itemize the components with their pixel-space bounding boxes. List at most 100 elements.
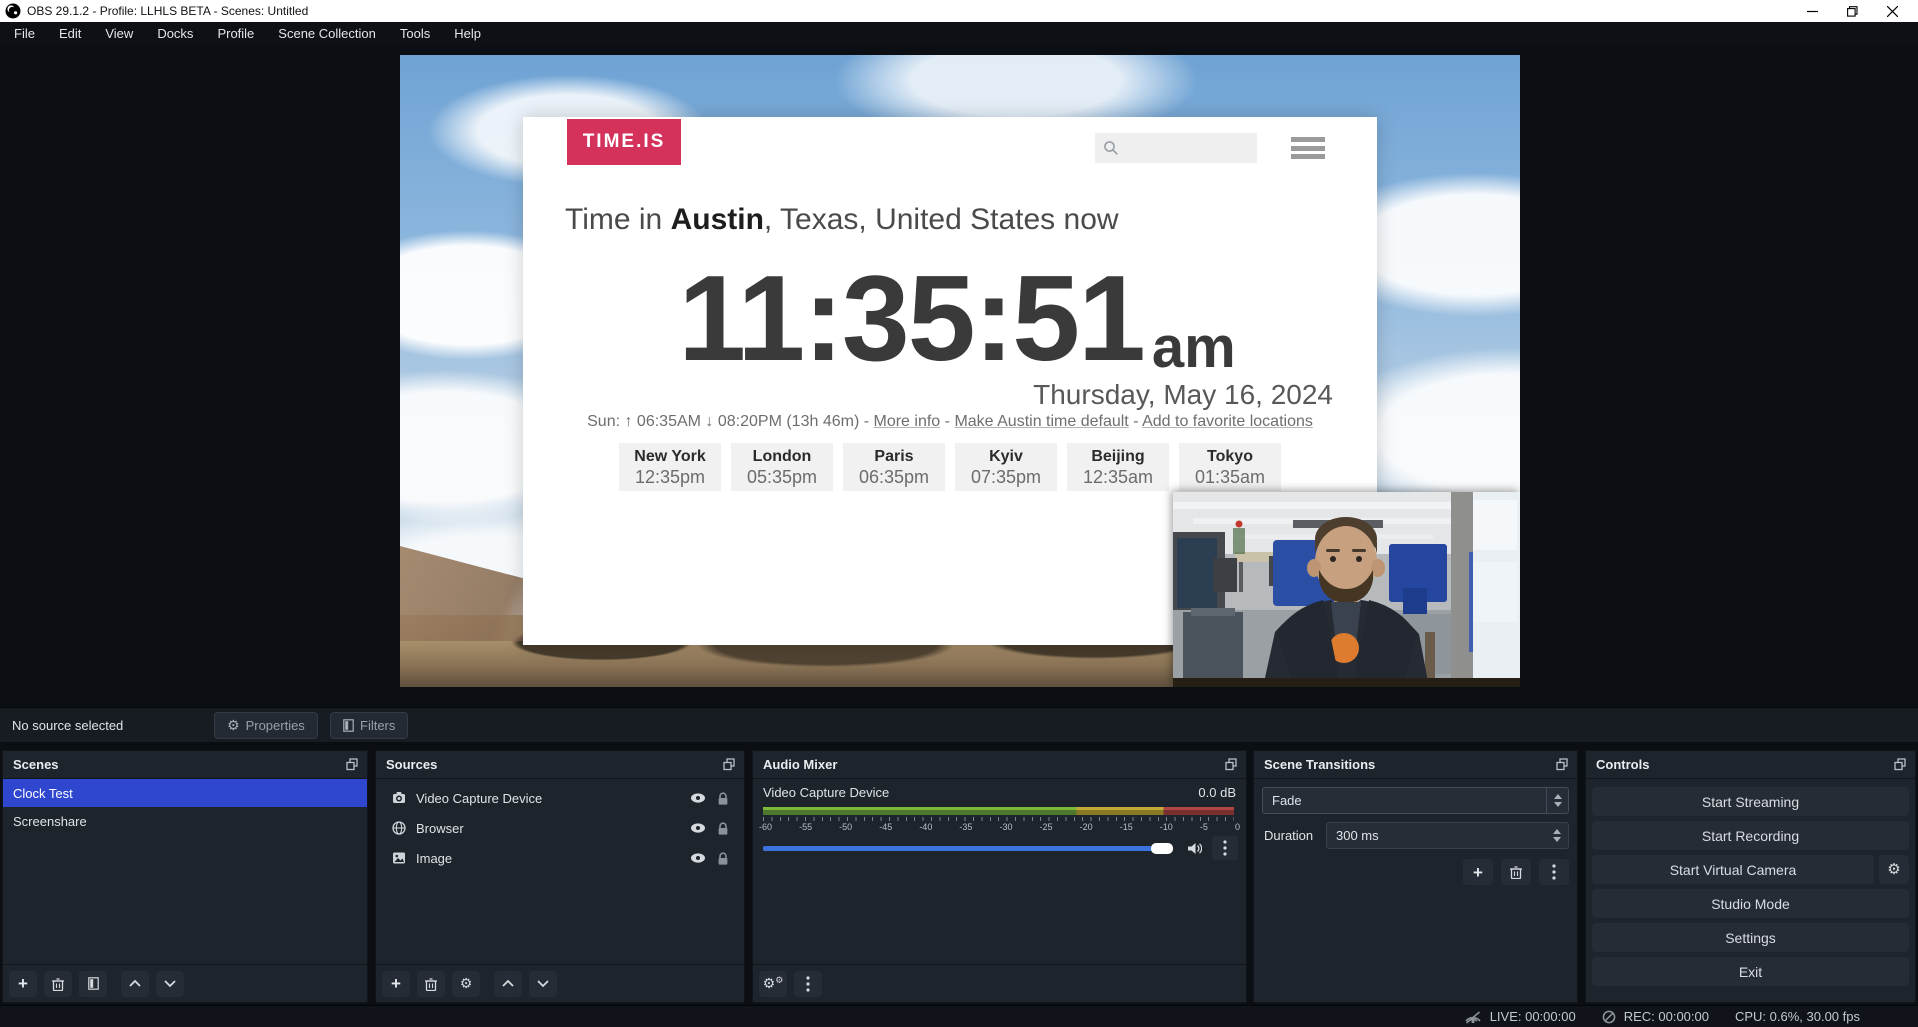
- source-item-video-capture[interactable]: Video Capture Device: [376, 783, 744, 813]
- popout-icon[interactable]: [346, 758, 359, 771]
- stream-inactive-icon: [1464, 1009, 1482, 1025]
- menu-scene-collection[interactable]: Scene Collection: [266, 22, 388, 46]
- menu-tools[interactable]: Tools: [388, 22, 442, 46]
- virtual-camera-row: Start Virtual Camera ⚙: [1592, 855, 1909, 884]
- add-source-button[interactable]: +: [382, 971, 410, 997]
- move-scene-up-button[interactable]: [121, 971, 149, 997]
- source-context-bar: No source selected ⚙ Properties Filters: [0, 707, 1918, 742]
- mixer-menu-button[interactable]: [794, 971, 822, 997]
- menu-edit[interactable]: Edit: [47, 22, 93, 46]
- start-virtual-camera-button[interactable]: Start Virtual Camera: [1592, 855, 1874, 884]
- remove-transition-button[interactable]: [1501, 859, 1531, 885]
- duration-spinner[interactable]: 300 ms: [1326, 822, 1569, 849]
- sun-info: Sun: ↑ 06:35AM ↓ 08:20PM (13h 46m): [587, 413, 859, 430]
- lock-icon[interactable]: [716, 852, 730, 865]
- popout-icon[interactable]: [1556, 758, 1569, 771]
- filters-icon: [343, 719, 354, 732]
- window-title: OBS 29.1.2 - Profile: LLHLS BETA - Scene…: [27, 4, 308, 18]
- popout-icon[interactable]: [1894, 758, 1907, 771]
- city-box-beijing: Beijing12:35am: [1067, 443, 1169, 491]
- scene-filters-button[interactable]: [79, 971, 107, 997]
- add-transition-button[interactable]: +: [1463, 859, 1493, 885]
- transition-properties-button[interactable]: [1539, 859, 1569, 885]
- eye-icon[interactable]: [690, 822, 706, 834]
- transitions-buttons: +: [1463, 859, 1569, 885]
- properties-button[interactable]: ⚙ Properties: [214, 712, 318, 739]
- scenes-toolbar: +: [3, 964, 367, 1002]
- gear-icon: ⚙: [227, 719, 240, 733]
- studio-mode-button[interactable]: Studio Mode: [1592, 889, 1909, 918]
- remove-source-button[interactable]: [417, 971, 445, 997]
- timeis-logo: TIME.IS: [567, 119, 681, 165]
- add-scene-button[interactable]: +: [9, 971, 37, 997]
- city-box-kyiv: Kyiv07:35pm: [955, 443, 1057, 491]
- move-source-down-button[interactable]: [529, 971, 557, 997]
- source-item-image[interactable]: Image: [376, 843, 744, 873]
- city-box-newyork: New York12:35pm: [619, 443, 721, 491]
- timeis-date: Thursday, May 16, 2024: [1033, 379, 1333, 411]
- volume-slider-row: [763, 839, 1238, 857]
- clock-digits: 11:35:51: [678, 257, 1144, 379]
- cpu-fps-status: CPU: 0.6%, 30.00 fps: [1735, 1009, 1860, 1024]
- scene-item-clock-test[interactable]: Clock Test: [3, 779, 367, 807]
- window-titlebar: OBS 29.1.2 - Profile: LLHLS BETA - Scene…: [0, 0, 1918, 22]
- move-scene-down-button[interactable]: [156, 971, 184, 997]
- sources-header: Sources: [376, 751, 744, 779]
- camera-icon: [392, 791, 406, 805]
- preview-canvas[interactable]: TIME.IS Time in Austin, Texas, United St…: [400, 55, 1520, 687]
- volume-slider[interactable]: [763, 846, 1173, 851]
- popout-icon[interactable]: [1225, 758, 1238, 771]
- eye-icon[interactable]: [690, 852, 706, 864]
- menu-profile[interactable]: Profile: [205, 22, 266, 46]
- transition-select[interactable]: Fade: [1262, 787, 1569, 814]
- duration-label: Duration: [1264, 828, 1313, 843]
- virtual-camera-settings-button[interactable]: ⚙: [1879, 855, 1909, 884]
- clock-ampm: am: [1152, 318, 1236, 379]
- exit-button[interactable]: Exit: [1592, 957, 1909, 986]
- advanced-audio-button[interactable]: ⚙⚙: [759, 971, 787, 997]
- make-default-link: Make Austin time default: [954, 413, 1128, 430]
- settings-button[interactable]: Settings: [1592, 923, 1909, 952]
- controls-dock: Controls Start Streaming Start Recording…: [1585, 750, 1916, 1003]
- menu-help[interactable]: Help: [442, 22, 493, 46]
- audio-mixer-header: Audio Mixer: [753, 751, 1246, 779]
- popout-icon[interactable]: [723, 758, 736, 771]
- transitions-title: Scene Transitions: [1264, 757, 1375, 772]
- move-source-up-button[interactable]: [494, 971, 522, 997]
- meter-tick-labels: -60-55-50 -45-40-35 -30-25-20 -15-10-5 0: [759, 822, 1240, 832]
- duration-value: 300 ms: [1327, 828, 1546, 843]
- audio-mixer-dock: Audio Mixer Video Capture Device 0.0 dB …: [752, 750, 1247, 1003]
- chevron-updown-icon: [1546, 788, 1568, 813]
- restore-button[interactable]: [1832, 0, 1872, 22]
- close-button[interactable]: [1872, 0, 1912, 22]
- transitions-dock: Scene Transitions Fade Duration 300 ms +: [1253, 750, 1578, 1003]
- lock-icon[interactable]: [716, 792, 730, 805]
- record-inactive-icon: [1602, 1010, 1616, 1024]
- menu-file[interactable]: File: [2, 22, 47, 46]
- scene-item-screenshare[interactable]: Screenshare: [3, 807, 367, 835]
- source-item-browser[interactable]: Browser: [376, 813, 744, 843]
- minimize-button[interactable]: [1792, 0, 1832, 22]
- menu-view[interactable]: View: [93, 22, 145, 46]
- volume-slider-handle[interactable]: [1151, 843, 1173, 854]
- mixer-channel-menu-button[interactable]: [1212, 836, 1238, 860]
- meter-ruler: [763, 817, 1234, 821]
- start-recording-button[interactable]: Start Recording: [1592, 821, 1909, 850]
- lock-icon[interactable]: [716, 822, 730, 835]
- speaker-icon[interactable]: [1187, 841, 1202, 856]
- menu-bar: File Edit View Docks Profile Scene Colle…: [0, 22, 1918, 46]
- sources-dock: Sources Video Capture Device Browser Ima…: [375, 750, 745, 1003]
- controls-title: Controls: [1596, 757, 1649, 772]
- add-favorite-link: Add to favorite locations: [1142, 413, 1313, 430]
- source-properties-button[interactable]: ⚙: [452, 971, 480, 997]
- filters-button[interactable]: Filters: [330, 712, 408, 739]
- eye-icon[interactable]: [690, 792, 706, 804]
- status-bar: LIVE: 00:00:00 REC: 00:00:00 CPU: 0.6%, …: [0, 1005, 1918, 1027]
- remove-scene-button[interactable]: [44, 971, 72, 997]
- start-streaming-button[interactable]: Start Streaming: [1592, 787, 1909, 816]
- mixer-channel-row: Video Capture Device 0.0 dB: [763, 785, 1236, 800]
- sources-toolbar: + ⚙: [376, 964, 744, 1002]
- spinner-arrows-icon[interactable]: [1546, 823, 1568, 848]
- mixer-channel-name: Video Capture Device: [763, 785, 889, 800]
- menu-docks[interactable]: Docks: [145, 22, 205, 46]
